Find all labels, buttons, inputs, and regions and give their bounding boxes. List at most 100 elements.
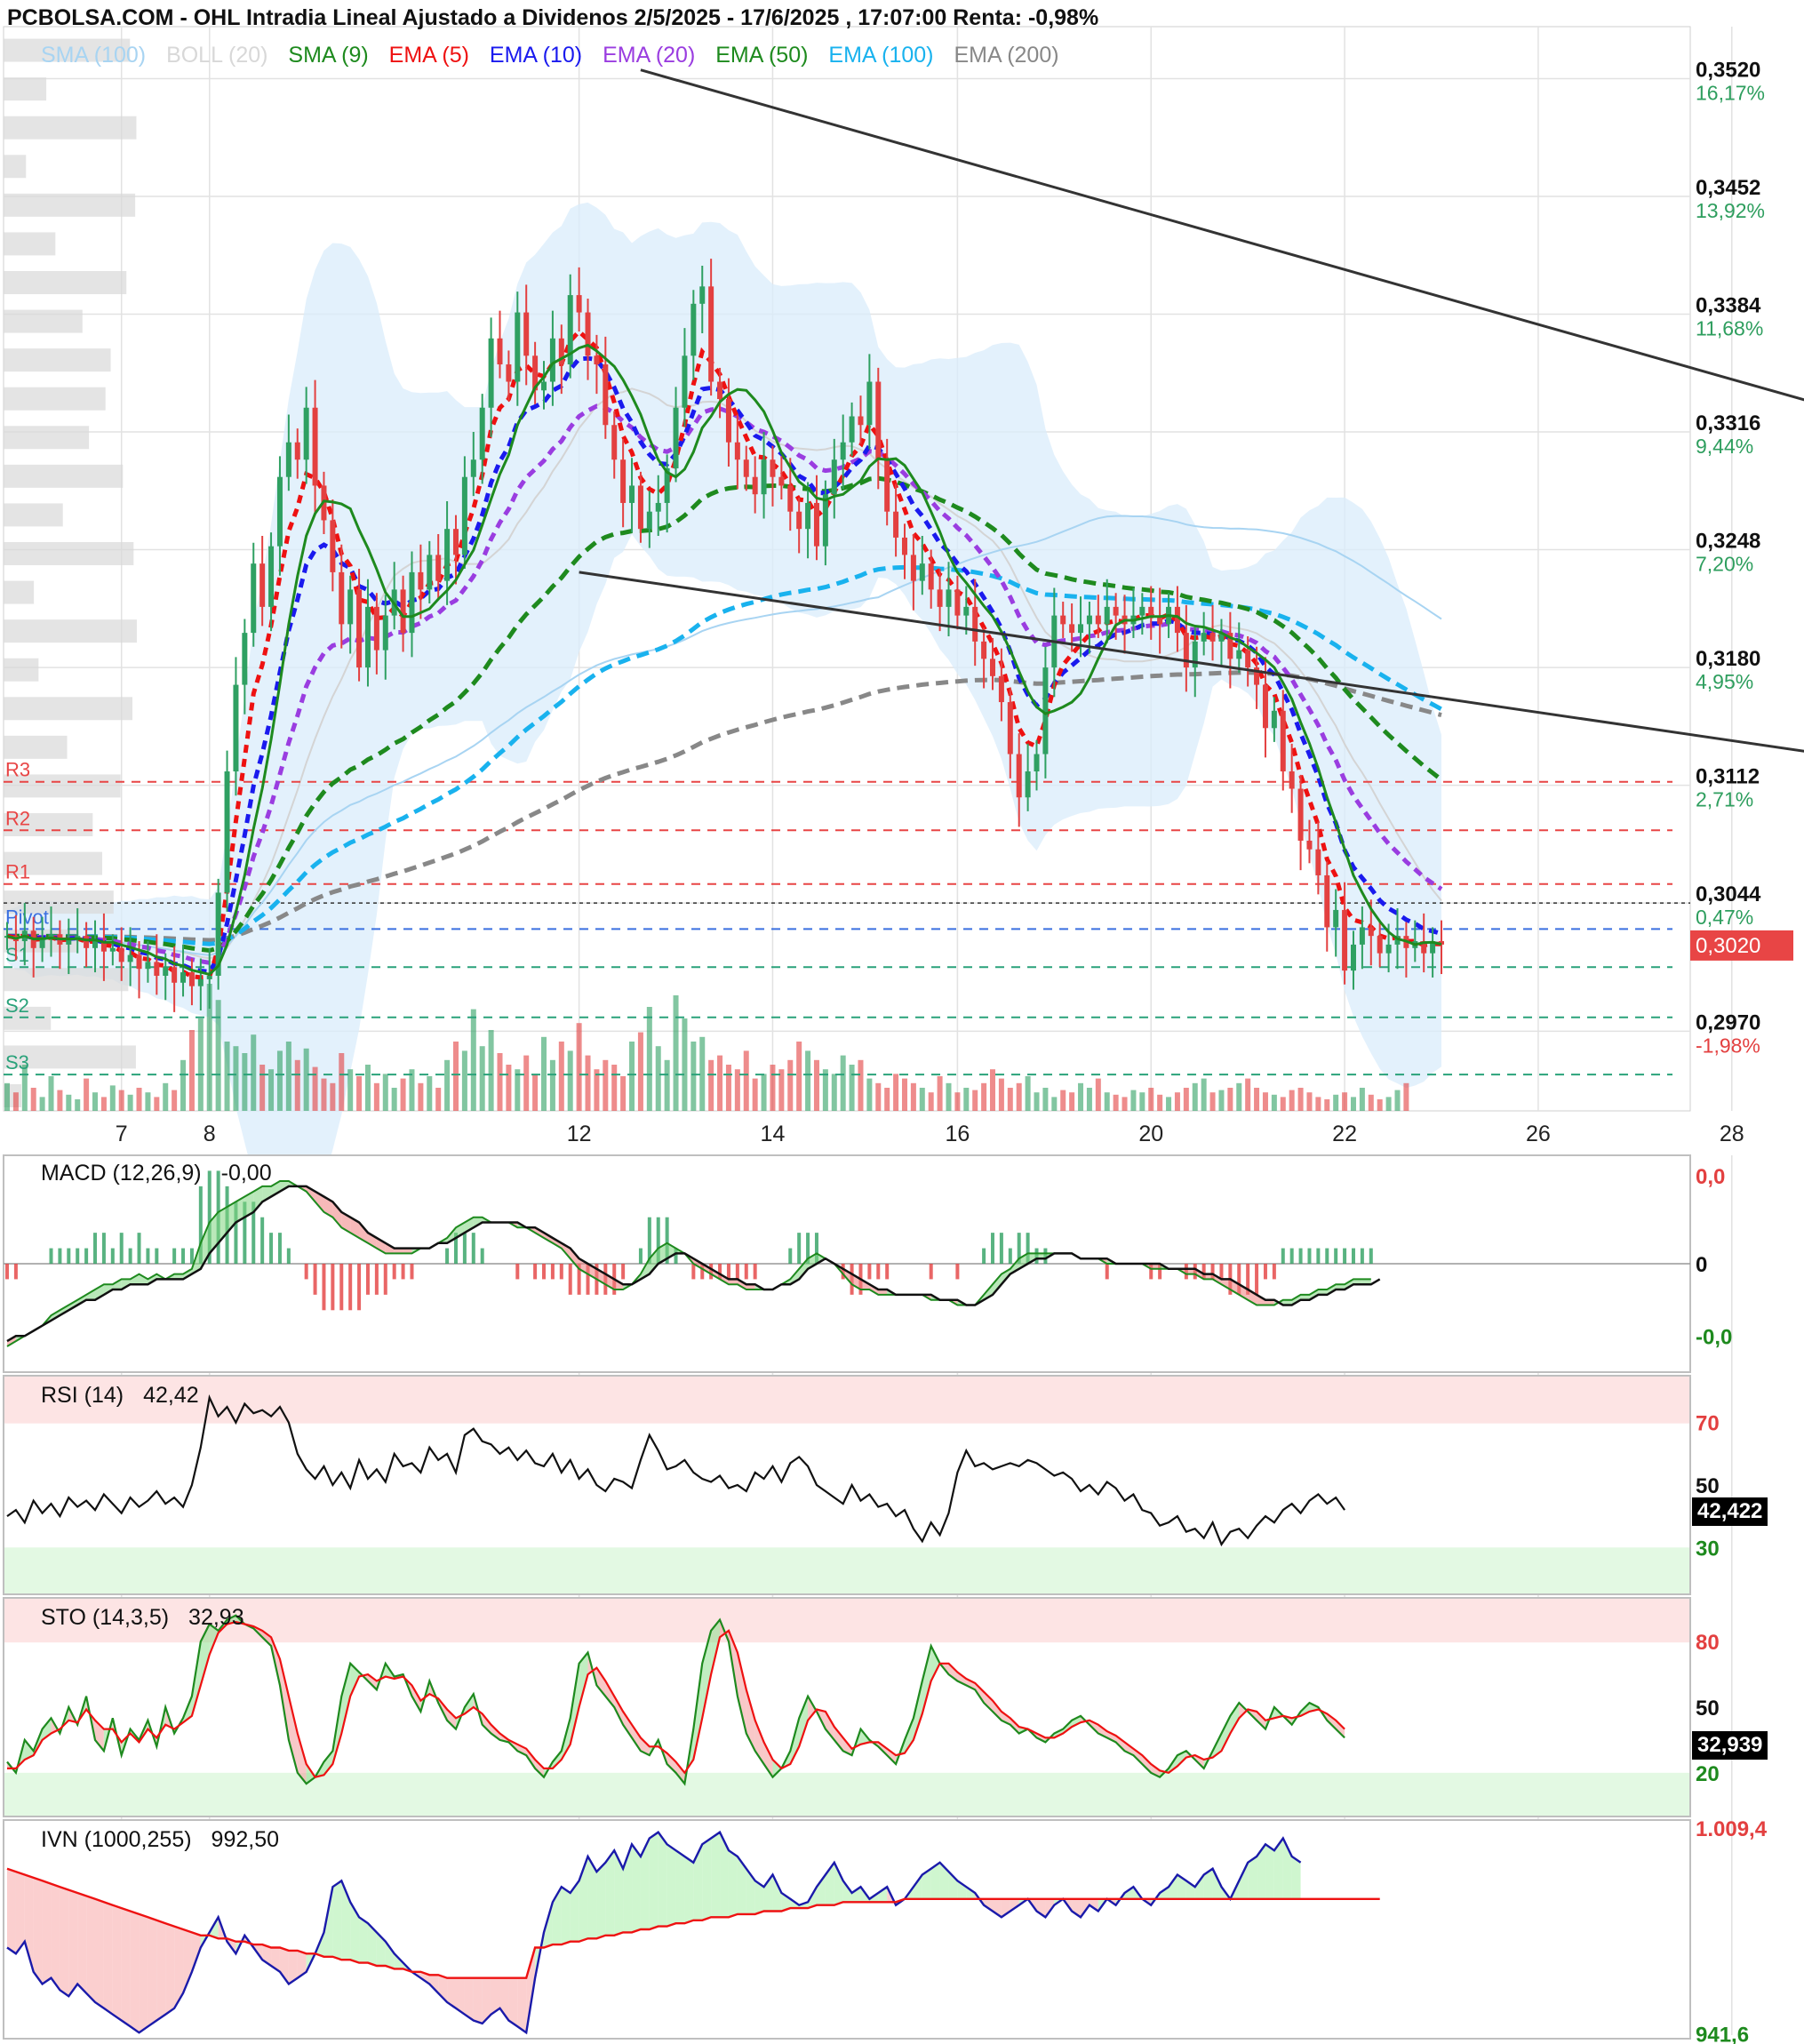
candle-body (875, 381, 882, 460)
volume-bar (1350, 1097, 1356, 1111)
volume-bar (364, 1065, 371, 1111)
macd-histogram-bar (84, 1248, 89, 1264)
volume-bar (1315, 1097, 1321, 1111)
candle-body (603, 364, 609, 426)
volume-bar (1342, 1092, 1348, 1111)
ivn-fill (473, 1977, 483, 2024)
volume-bar (1183, 1088, 1189, 1111)
macd-histogram-bar (374, 1264, 379, 1295)
volume-bar (321, 1078, 327, 1111)
macd-histogram-bar (991, 1233, 995, 1264)
candle-body (1078, 624, 1084, 634)
macd-histogram-bar (1255, 1264, 1259, 1295)
candle-body (259, 563, 266, 607)
volume-bar (66, 1094, 72, 1111)
rsi-label: RSI (14) (41, 1383, 124, 1408)
y-tick-label: 0,2970 (1696, 1010, 1760, 1034)
macd-histogram-bar (1289, 1248, 1294, 1264)
volume-bar (400, 1078, 406, 1111)
candle-body (303, 407, 309, 460)
macd-histogram-bar (155, 1248, 159, 1264)
candle-body (734, 442, 740, 460)
macd-histogram-bar (568, 1264, 572, 1295)
volume-bar (937, 1076, 943, 1111)
volume-bar (585, 1055, 591, 1111)
volume-bar (1192, 1082, 1198, 1111)
x-tick-label: 16 (945, 1122, 970, 1146)
volume-bar (901, 1078, 907, 1111)
macd-histogram-bar (550, 1264, 555, 1280)
volume-bar (646, 1007, 652, 1111)
volume-bar (805, 1050, 811, 1111)
rsi-overbought-zone (4, 1377, 1689, 1424)
macd-histogram-bar (867, 1264, 872, 1280)
volume-bar (761, 1074, 767, 1111)
macd-histogram-bar (322, 1264, 326, 1311)
candle-body (796, 511, 802, 530)
candle-body (330, 520, 336, 572)
y-tick-label: 0,3384 (1696, 294, 1761, 318)
volume-profile-bar (4, 348, 111, 372)
volume-bar (136, 1088, 142, 1111)
volume-bar (57, 1090, 63, 1111)
volume-bar (1236, 1082, 1242, 1111)
y-pct-label: 0,47% (1696, 906, 1753, 929)
sto-tick-label: 50 (1696, 1697, 1720, 1721)
volume-profile-bar (4, 658, 39, 682)
macd-histogram-bar (128, 1248, 132, 1264)
candle-body (233, 684, 239, 772)
candle-body (1350, 944, 1356, 971)
candle-body (901, 537, 907, 555)
volume-bar (1042, 1088, 1049, 1111)
macd-histogram-bar (101, 1233, 106, 1264)
macd-histogram-bar (1272, 1264, 1276, 1280)
candle-body (725, 399, 731, 443)
volume-bar (1280, 1097, 1286, 1111)
candle-body (1377, 936, 1383, 954)
volume-profile-bar (4, 697, 132, 721)
candle-body (884, 459, 890, 512)
candle-body (1139, 606, 1145, 616)
candle-body (1342, 909, 1348, 971)
candle-body (778, 476, 785, 486)
candle-body (637, 485, 643, 530)
volume-bar (637, 1032, 643, 1111)
macd-histogram-bar (146, 1248, 150, 1264)
candle-body (858, 416, 864, 426)
volume-bar (1262, 1092, 1268, 1111)
candle-body (761, 459, 767, 495)
candle-body (743, 459, 749, 477)
macd-histogram-bar (1298, 1248, 1303, 1264)
y-tick-label: 0,3180 (1696, 647, 1760, 671)
macd-tick-label: 0 (1696, 1253, 1707, 1277)
candle-body (506, 364, 512, 382)
volume-bar (954, 1092, 961, 1111)
volume-bar (109, 1085, 116, 1111)
volume-bar (1377, 1099, 1383, 1111)
volume-bar (629, 1042, 635, 1111)
pivot-label: S3 (5, 1051, 29, 1074)
volume-bar (1306, 1092, 1313, 1111)
volume-profile-bar (4, 232, 56, 256)
legend-sma100: SMA (100) (41, 43, 147, 68)
volume-bar (576, 1023, 582, 1111)
sto-current-tag: 32,939 (1692, 1731, 1768, 1760)
y-tick-label: 0,3248 (1696, 530, 1760, 554)
volume-bar (866, 1078, 873, 1111)
ivn-fill (95, 1898, 104, 2008)
y-pct-label: -1,98% (1696, 1034, 1760, 1057)
volume-bar (796, 1042, 802, 1111)
candle-body (1025, 771, 1031, 798)
volume-bar (708, 1059, 714, 1111)
ivn-fill (15, 1872, 25, 1954)
volume-profile-bar (4, 464, 124, 488)
volume-bar (1034, 1092, 1040, 1111)
candle-body (197, 978, 204, 986)
volume-bar (497, 1053, 503, 1111)
candle-body (981, 641, 987, 659)
volume-bar (1060, 1090, 1066, 1111)
legend-ema200: EMA (200) (954, 43, 1059, 68)
volume-bar (303, 1048, 309, 1111)
volume-bar (1368, 1094, 1374, 1111)
volume-bar (549, 1059, 555, 1111)
